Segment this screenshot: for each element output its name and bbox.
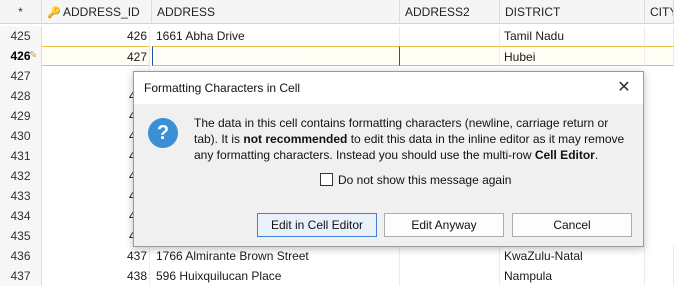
close-icon[interactable]: ✕ (613, 77, 635, 99)
cell-district[interactable]: Hubei (500, 46, 645, 66)
cell-address-id[interactable]: 437 (42, 246, 150, 266)
row-number[interactable]: 428 (0, 86, 42, 106)
row-number[interactable]: 434 (0, 206, 42, 226)
formatting-characters-dialog: Formatting Characters in Cell ✕ ? The da… (133, 71, 644, 247)
cell-address-id[interactable]: 426 (42, 26, 150, 46)
dialog-message: The data in this cell contains formattin… (194, 115, 634, 163)
row-number[interactable]: 436 (0, 246, 42, 266)
cell-address-id[interactable]: 438 (42, 266, 150, 286)
cell-address-id[interactable]: 427 (42, 46, 150, 66)
column-header-row: * 🔑 ADDRESS_ID ADDRESS ADDRESS2 DISTRICT … (0, 0, 674, 24)
dont-show-again-checkbox[interactable]: Do not show this message again (320, 172, 511, 188)
info-icon: ? (148, 118, 178, 148)
row-number[interactable]: 437 (0, 266, 42, 286)
table-row[interactable]: 436 437 1766 Almirante Brown Street KwaZ… (0, 246, 674, 266)
cell-address2[interactable] (400, 246, 500, 266)
row-number[interactable]: 425 (0, 26, 42, 46)
edit-in-cell-editor-button[interactable]: Edit in Cell Editor (257, 213, 377, 237)
cell-address2[interactable] (400, 46, 500, 66)
checkbox-box[interactable] (320, 173, 333, 186)
row-number[interactable]: 433 (0, 186, 42, 206)
edit-anyway-button[interactable]: Edit Anyway (384, 213, 504, 237)
message-text: . (594, 148, 599, 162)
row-number[interactable]: 432 (0, 166, 42, 186)
message-emphasis: Cell Editor (534, 148, 595, 162)
dialog-titlebar[interactable]: Formatting Characters in Cell ✕ (134, 72, 643, 104)
table-row[interactable]: 437 438 596 Huixquilucan Place Nampula (0, 266, 674, 286)
message-emphasis: not recommended (243, 132, 348, 146)
row-number[interactable]: 430 (0, 126, 42, 146)
cell-address2[interactable] (400, 266, 500, 286)
row-number[interactable]: 429 (0, 106, 42, 126)
row-number[interactable]: 427 (0, 66, 42, 86)
column-header-district[interactable]: DISTRICT (500, 0, 645, 24)
cell-district[interactable]: Tamil Nadu (500, 26, 645, 46)
row-number[interactable]: 435 (0, 226, 42, 246)
cell-city[interactable] (645, 266, 674, 286)
cell-city[interactable] (645, 246, 674, 266)
column-header-address[interactable]: ADDRESS (152, 0, 400, 24)
cell-address2[interactable] (400, 26, 500, 46)
cell-district[interactable]: Nampula (500, 266, 645, 286)
column-header-address-id[interactable]: 🔑 ADDRESS_ID (42, 0, 152, 24)
column-header-city[interactable]: CITY_ (645, 0, 674, 24)
table-row[interactable]: 425 426 1661 Abha Drive Tamil Nadu (0, 26, 674, 46)
select-all-header[interactable]: * (0, 0, 42, 24)
cell-address-selected[interactable]: 1557 Cape Coral Parkway (152, 46, 400, 66)
cell-address[interactable]: 596 Huixquilucan Place (152, 266, 400, 286)
column-header-label: ADDRESS_ID (63, 5, 140, 19)
cancel-button[interactable]: Cancel (512, 213, 632, 237)
cell-district[interactable]: KwaZulu-Natal (500, 246, 645, 266)
pencil-icon: ✎ (29, 50, 38, 61)
dialog-title: Formatting Characters in Cell (144, 81, 301, 95)
cell-address[interactable]: 1766 Almirante Brown Street (152, 246, 400, 266)
column-header-address2[interactable]: ADDRESS2 (400, 0, 500, 24)
cell-city[interactable] (645, 46, 674, 66)
checkbox-label: Do not show this message again (338, 173, 512, 187)
cell-address[interactable]: 1661 Abha Drive (152, 26, 400, 46)
row-number[interactable]: 431 (0, 146, 42, 166)
cell-city[interactable] (645, 26, 674, 46)
table-row-current[interactable]: 426 ✎ 427 1557 Cape Coral Parkway Hubei (0, 46, 674, 66)
key-icon: 🔑 (47, 6, 61, 19)
